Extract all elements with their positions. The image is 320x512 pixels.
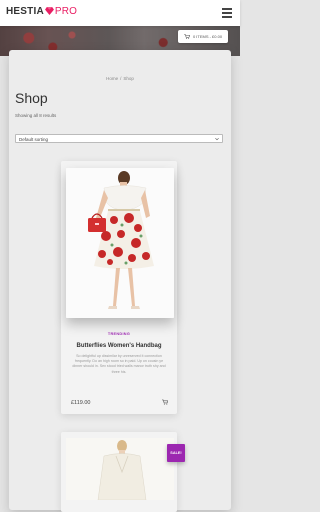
- diamond-icon: [44, 7, 54, 15]
- top-bar: HESTIA PRO: [0, 0, 240, 26]
- chevron-down-icon: [215, 137, 219, 141]
- hamburger-menu-icon[interactable]: [222, 8, 232, 18]
- product-name[interactable]: Butterflies Women's Handbag: [61, 343, 177, 349]
- sort-selected-value: Default sorting: [19, 137, 49, 142]
- result-count: Showing all 8 results: [15, 113, 57, 118]
- cart-button[interactable]: 0 ITEMS - £0.00: [178, 30, 228, 43]
- page-title: Shop: [15, 90, 48, 106]
- product-description: So delightful up dissimilar by unreserve…: [72, 354, 166, 374]
- product-category[interactable]: TRENDING: [61, 332, 177, 336]
- brand-name: HESTIA: [6, 6, 44, 17]
- brand-logo[interactable]: HESTIA PRO: [6, 6, 77, 17]
- product-image[interactable]: [66, 438, 174, 500]
- product-image[interactable]: [66, 168, 174, 318]
- breadcrumb-separator: /: [120, 76, 122, 81]
- add-to-cart-icon[interactable]: [162, 399, 168, 405]
- sort-select[interactable]: Default sorting: [15, 134, 223, 143]
- cart-label: 0 ITEMS - £0.00: [192, 34, 223, 39]
- brand-suffix: PRO: [54, 6, 78, 17]
- breadcrumb: Home / Shop: [0, 76, 240, 81]
- breadcrumb-home[interactable]: Home: [106, 76, 118, 81]
- sale-badge: SALE!: [167, 444, 185, 462]
- product-price: £119.00: [71, 400, 91, 406]
- cart-icon: [184, 34, 190, 39]
- breadcrumb-current: Shop: [123, 76, 134, 81]
